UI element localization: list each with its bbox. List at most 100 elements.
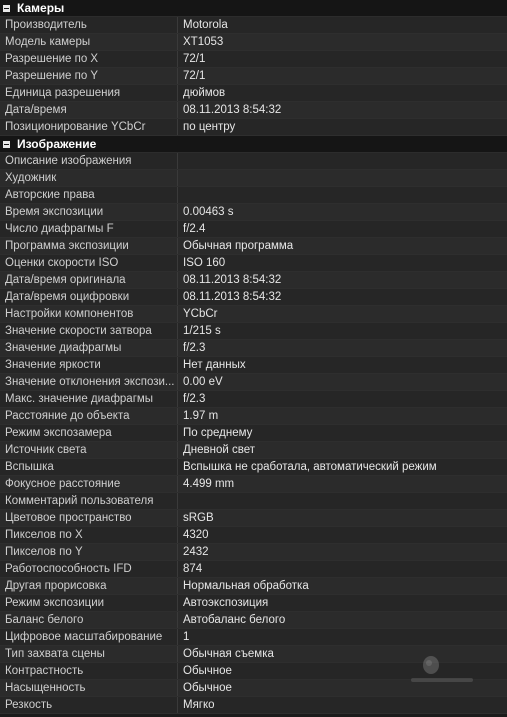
property-name: Позиционирование YCbCr	[0, 119, 178, 135]
property-row[interactable]: Расстояние до объекта 1.97 m	[0, 408, 507, 425]
property-row[interactable]: Комментарий пользователя	[0, 493, 507, 510]
property-name: Расстояние до объекта	[0, 408, 178, 424]
property-row[interactable]: Дата/время оригинала 08.11.2013 8:54:32	[0, 272, 507, 289]
property-value	[178, 153, 507, 169]
property-row[interactable]: Макс. значение диафрагмы f/2.3	[0, 391, 507, 408]
property-name: Контрастность	[0, 663, 178, 679]
property-value: Вспышка не сработала, автоматический реж…	[183, 461, 437, 473]
property-row[interactable]: Баланс белого Автобаланс белого	[0, 612, 507, 629]
property-row[interactable]: Дата/время 08.11.2013 8:54:32	[0, 102, 507, 119]
property-name: Макс. значение диафрагмы	[0, 391, 178, 407]
property-row[interactable]: Другая прорисовка Нормальная обработка	[0, 578, 507, 595]
property-name: Разрешение по Y	[0, 68, 178, 84]
property-row[interactable]: Резкость Мягко	[0, 697, 507, 714]
property-name: Насыщенность	[0, 680, 178, 696]
property-name: Режим экспозамера	[0, 425, 178, 441]
property-sections: Камеры Производитель Motorola Модель камеры…	[0, 0, 507, 714]
property-row[interactable]: Разрешение по X 72/1	[0, 51, 507, 68]
property-row[interactable]: Оценки скорости ISO ISO 160	[0, 255, 507, 272]
property-value: 0.00463 s	[183, 206, 234, 218]
property-row[interactable]: Работоспособность IFD 874	[0, 561, 507, 578]
property-name: Время экспозиции	[0, 204, 178, 220]
property-row[interactable]: Разрешение по Y 72/1	[0, 68, 507, 85]
property-name: Режим экспозиции	[0, 595, 178, 611]
collapse-icon[interactable]	[3, 4, 10, 12]
property-value: f/2.3	[183, 342, 206, 354]
section-header[interactable]: Изображение	[0, 136, 507, 153]
property-value: ISO 160	[183, 257, 226, 269]
property-row[interactable]: Позиционирование YCbCr по центру	[0, 119, 507, 136]
property-name: Тип захвата сцены	[0, 646, 178, 662]
property-value: Мягко	[183, 699, 215, 711]
property-row[interactable]: Производитель Motorola	[0, 17, 507, 34]
property-name: Значение отклонения экспози...	[0, 374, 178, 390]
property-row[interactable]: Дата/время оцифровки 08.11.2013 8:54:32	[0, 289, 507, 306]
property-row[interactable]: Режим экспозиции Автоэкспозиция	[0, 595, 507, 612]
property-row[interactable]: Пикселов по Y 2432	[0, 544, 507, 561]
property-name: Авторские права	[0, 187, 178, 203]
section-rows: Производитель Motorola Модель камеры XT1053…	[0, 17, 507, 136]
property-value: Motorola	[183, 19, 228, 31]
property-row[interactable]: Модель камеры XT1053	[0, 34, 507, 51]
property-value: Автоэкспозиция	[183, 597, 269, 609]
property-name: Программа экспозиции	[0, 238, 178, 254]
property-value: 2432	[183, 546, 209, 558]
property-row[interactable]: Значение диафрагмы f/2.3	[0, 340, 507, 357]
property-name: Художник	[0, 170, 178, 186]
property-name: Значение скорости затвора	[0, 323, 178, 339]
property-name: Настройки компонентов	[0, 306, 178, 322]
property-row[interactable]: Значение отклонения экспози... 0.00 eV	[0, 374, 507, 391]
property-value: 1	[183, 631, 190, 643]
property-row[interactable]: Значение скорости затвора 1/215 s	[0, 323, 507, 340]
property-value: 08.11.2013 8:54:32	[183, 291, 282, 303]
property-row[interactable]: Режим экспозамера По среднему	[0, 425, 507, 442]
property-row[interactable]: Значение яркости Нет данных	[0, 357, 507, 374]
property-row[interactable]: Время экспозиции 0.00463 s	[0, 204, 507, 221]
property-row[interactable]: Пикселов по X 4320	[0, 527, 507, 544]
section-title: Камеры	[17, 0, 65, 15]
property-value: sRGB	[183, 512, 214, 524]
property-value: Обычная программа	[183, 240, 294, 252]
property-value: дюймов	[183, 87, 226, 99]
property-name: Баланс белого	[0, 612, 178, 628]
property-name: Источник света	[0, 442, 178, 458]
property-value: 874	[183, 563, 203, 575]
property-row[interactable]: Число диафрагмы F f/2.4	[0, 221, 507, 238]
property-row[interactable]: Цветовое пространство sRGB	[0, 510, 507, 527]
property-value: 08.11.2013 8:54:32	[183, 274, 282, 286]
collapse-icon[interactable]	[3, 140, 10, 148]
property-row[interactable]: Фокусное расстояние 4.499 mm	[0, 476, 507, 493]
property-row[interactable]: Программа экспозиции Обычная программа	[0, 238, 507, 255]
property-row[interactable]: Настройки компонентов YCbCr	[0, 306, 507, 323]
property-name: Число диафрагмы F	[0, 221, 178, 237]
property-row[interactable]: Авторские права	[0, 187, 507, 204]
property-value: f/2.3	[183, 393, 206, 405]
property-name: Оценки скорости ISO	[0, 255, 178, 271]
property-name: Описание изображения	[0, 153, 178, 169]
property-row[interactable]: Единица разрешения дюймов	[0, 85, 507, 102]
property-value: 72/1	[183, 70, 206, 82]
property-value: 08.11.2013 8:54:32	[183, 104, 282, 116]
property-name: Дата/время оцифровки	[0, 289, 178, 305]
property-row[interactable]: Художник	[0, 170, 507, 187]
property-row[interactable]: Цифровое масштабирование 1	[0, 629, 507, 646]
property-value: Дневной свет	[183, 444, 256, 456]
property-name: Модель камеры	[0, 34, 178, 50]
section-rows: Описание изображения Художник Авторские пр…	[0, 153, 507, 714]
property-name: Значение яркости	[0, 357, 178, 373]
property-row[interactable]: Вспышка Вспышка не сработала, автоматичес…	[0, 459, 507, 476]
property-value: YCbCr	[183, 308, 218, 320]
property-row[interactable]: Источник света Дневной свет	[0, 442, 507, 459]
property-value	[178, 187, 507, 203]
section-header[interactable]: Камеры	[0, 0, 507, 17]
property-name: Работоспособность IFD	[0, 561, 178, 577]
property-name: Другая прорисовка	[0, 578, 178, 594]
property-row[interactable]: Описание изображения	[0, 153, 507, 170]
property-value: 1.97 m	[183, 410, 219, 422]
property-name: Разрешение по X	[0, 51, 178, 67]
property-value: Нет данных	[183, 359, 246, 371]
property-value: f/2.4	[183, 223, 206, 235]
property-value: 4.499 mm	[183, 478, 235, 490]
property-name: Значение диафрагмы	[0, 340, 178, 356]
property-value	[178, 493, 507, 509]
